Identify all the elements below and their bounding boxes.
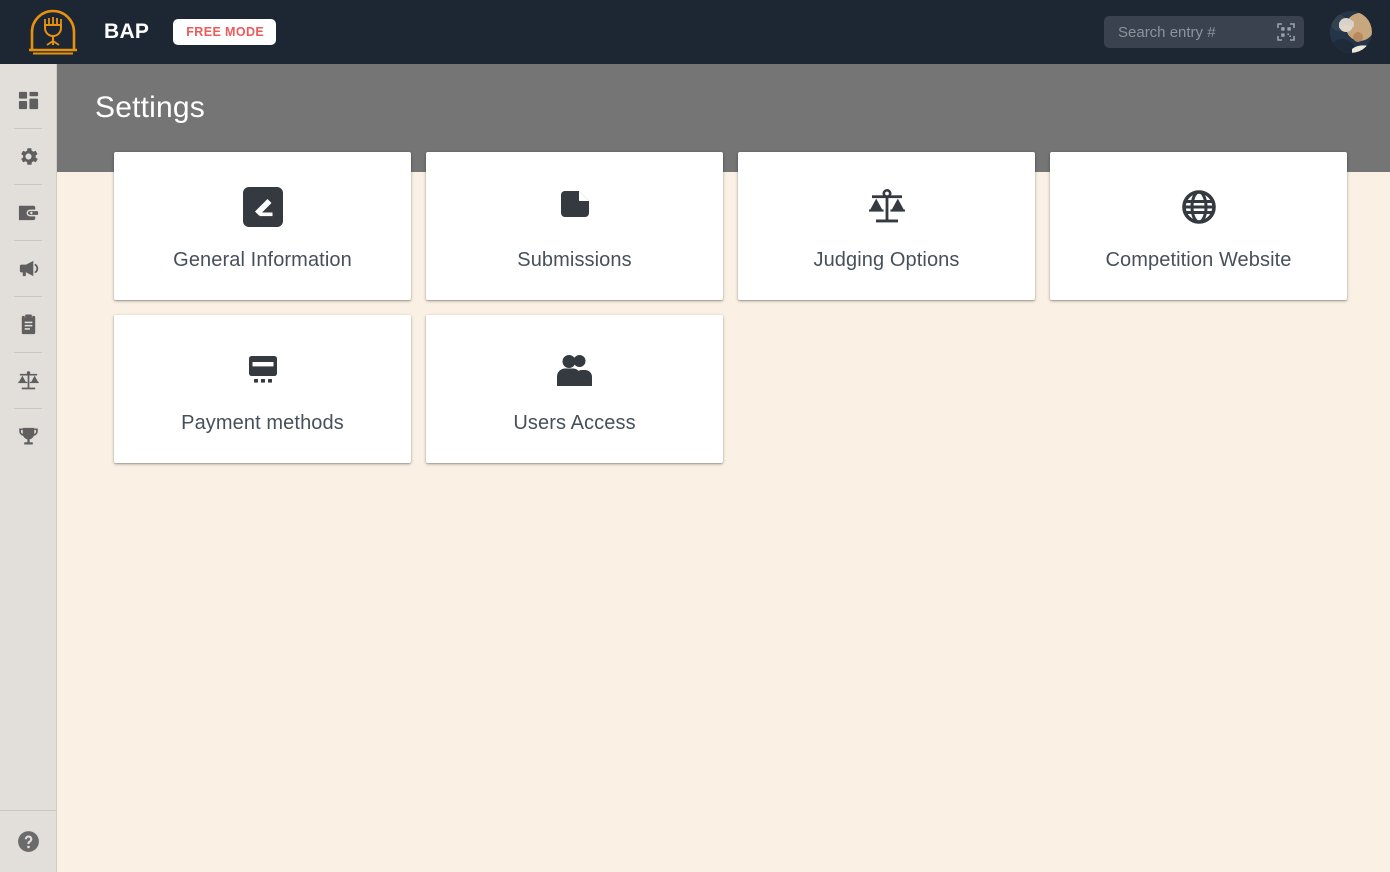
document-page-icon bbox=[553, 181, 597, 233]
search-container bbox=[1104, 16, 1304, 48]
sidebar-item-judging[interactable] bbox=[0, 352, 56, 408]
sidebar-items bbox=[0, 64, 56, 464]
main-content: Settings General Information bbox=[57, 64, 1390, 872]
megaphone-icon bbox=[17, 257, 40, 280]
card-judging-options[interactable]: Judging Options bbox=[738, 152, 1035, 300]
card-payment-methods[interactable]: Payment methods bbox=[114, 315, 411, 463]
top-navbar: BAP FREE MODE bbox=[0, 0, 1390, 64]
globe-icon bbox=[1177, 181, 1221, 233]
sidebar-item-settings[interactable] bbox=[0, 128, 56, 184]
free-mode-badge[interactable]: FREE MODE bbox=[173, 19, 276, 46]
clipboard-icon bbox=[17, 313, 40, 336]
sidebar-item-dashboard[interactable] bbox=[0, 72, 56, 128]
card-submissions[interactable]: Submissions bbox=[426, 152, 723, 300]
help-circle-icon bbox=[16, 829, 41, 854]
card-users-access[interactable]: Users Access bbox=[426, 315, 723, 463]
page-title: Settings bbox=[95, 91, 205, 125]
sidebar-item-entries[interactable] bbox=[0, 296, 56, 352]
scales-icon bbox=[17, 369, 40, 392]
left-sidebar bbox=[0, 64, 57, 872]
sidebar-item-payments[interactable] bbox=[0, 184, 56, 240]
card-label: General Information bbox=[173, 249, 352, 272]
navbar-right-group bbox=[1104, 11, 1390, 53]
qr-scan-icon[interactable] bbox=[1276, 22, 1296, 42]
brand-title: BAP bbox=[104, 20, 149, 44]
scales-balance-icon bbox=[865, 181, 909, 233]
wallet-icon bbox=[17, 201, 40, 224]
settings-cards-grid: General Information Submissions bbox=[114, 152, 1364, 478]
dashboard-grid-icon bbox=[17, 89, 40, 112]
user-avatar[interactable] bbox=[1330, 11, 1372, 53]
card-label: Users Access bbox=[513, 412, 635, 435]
credit-card-icon bbox=[241, 344, 285, 396]
card-label: Judging Options bbox=[813, 249, 959, 272]
gear-icon bbox=[17, 145, 40, 168]
sidebar-item-awards[interactable] bbox=[0, 408, 56, 464]
pencil-edit-icon bbox=[241, 181, 285, 233]
card-label: Payment methods bbox=[181, 412, 344, 435]
card-label: Submissions bbox=[517, 249, 631, 272]
brand-group[interactable]: BAP FREE MODE bbox=[0, 8, 276, 56]
people-group-icon bbox=[553, 344, 597, 396]
card-row: General Information Submissions bbox=[114, 152, 1364, 300]
sidebar-item-help[interactable] bbox=[0, 810, 56, 872]
bap-arch-logo-icon[interactable] bbox=[22, 8, 84, 56]
card-label: Competition Website bbox=[1105, 249, 1291, 272]
sidebar-item-announcements[interactable] bbox=[0, 240, 56, 296]
card-competition-website[interactable]: Competition Website bbox=[1050, 152, 1347, 300]
trophy-icon bbox=[17, 425, 40, 448]
card-row: Payment methods Users Access bbox=[114, 315, 1364, 463]
card-general-information[interactable]: General Information bbox=[114, 152, 411, 300]
search-input[interactable] bbox=[1104, 16, 1304, 48]
